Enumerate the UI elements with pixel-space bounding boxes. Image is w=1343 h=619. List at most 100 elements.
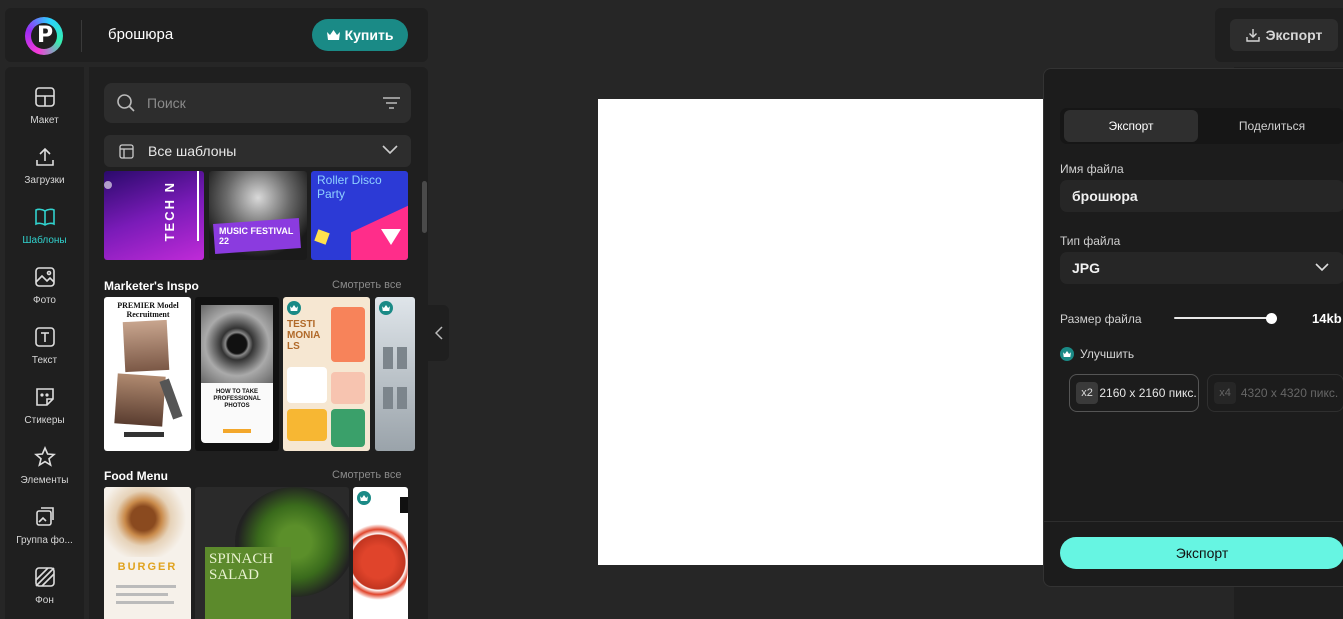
filename-label: Имя файла — [1060, 162, 1124, 176]
thumb-text: TESTIMONIALS — [287, 319, 321, 352]
premium-badge — [1060, 347, 1074, 361]
thumb-text: TECH N — [162, 181, 177, 242]
filesize-label: Размер файла — [1060, 312, 1142, 326]
premium-badge — [357, 491, 371, 505]
top-export-label: Экспорт — [1265, 27, 1323, 43]
tab-export[interactable]: Экспорт — [1064, 110, 1198, 142]
top-right-bar: Экспорт — [1215, 8, 1343, 62]
panel-divider — [1044, 521, 1343, 522]
rail-label: Текст — [31, 355, 58, 366]
sticker-icon — [35, 388, 54, 406]
filetype-select[interactable]: JPG — [1060, 252, 1343, 284]
upload-icon — [35, 147, 54, 166]
buy-button[interactable]: Купить — [312, 19, 408, 51]
template-thumb-testimonials[interactable]: TESTIMONIALS — [283, 297, 370, 451]
export-tabs: Экспорт Поделиться — [1060, 108, 1343, 144]
rail-item-photo-group[interactable]: Группа фо... — [5, 501, 84, 557]
rail-label: Макет — [30, 115, 59, 126]
collapse-panel-button[interactable] — [428, 305, 449, 361]
document-title[interactable]: брошюра — [108, 26, 173, 43]
filter-icon[interactable] — [383, 96, 400, 110]
template-thumb-crab[interactable] — [353, 487, 408, 619]
search-box — [104, 83, 411, 123]
rail-item-elements[interactable]: Элементы — [5, 441, 84, 497]
rail-item-text[interactable]: Текст — [5, 321, 84, 377]
premium-badge — [379, 301, 393, 315]
rail-item-photos[interactable]: Фото — [5, 261, 84, 317]
chevron-down-icon — [1315, 263, 1329, 272]
scale-option-x4[interactable]: x4 4320 x 4320 пикс. — [1207, 374, 1343, 412]
see-all-link[interactable]: Смотреть все — [332, 469, 401, 481]
rail-item-background[interactable]: Фон — [5, 561, 84, 617]
search-icon — [117, 94, 135, 112]
rail-item-templates[interactable]: Шаблоны — [5, 201, 84, 257]
rail-item-layout[interactable]: Макет — [5, 81, 84, 137]
crown-icon — [290, 305, 298, 311]
text-icon — [34, 327, 55, 347]
template-thumb-music-festival[interactable]: MUSIC FESTIVAL 22 — [209, 171, 307, 260]
template-thumb-building[interactable] — [375, 297, 415, 451]
layout-icon — [34, 87, 55, 107]
rail-label: Загрузки — [24, 175, 65, 186]
filesize-slider-track[interactable] — [1174, 317, 1271, 319]
crown-icon — [360, 495, 368, 501]
left-rail: Макет Загрузки Шаблоны Фото Текст Стикер… — [5, 67, 84, 619]
premium-badge — [287, 301, 301, 315]
buy-button-label: Купить — [344, 27, 394, 43]
rail-label: Группа фо... — [16, 535, 73, 546]
header-divider — [81, 20, 82, 52]
template-thumb-burger[interactable]: BURGER — [104, 487, 191, 619]
scale-resolution: 4320 x 4320 пикс. — [1240, 386, 1339, 400]
crown-icon — [1063, 351, 1071, 357]
crown-icon — [326, 30, 340, 40]
photo-group-icon — [35, 507, 54, 526]
template-thumb-model-recruitment[interactable]: PREMIER Model Recruitment — [104, 297, 191, 451]
filesize-value: 14kb — [1312, 311, 1342, 326]
rail-label: Шаблоны — [22, 235, 67, 246]
thumb-text: SPINACH SALAD — [209, 551, 274, 583]
rail-label: Фото — [33, 295, 56, 306]
rail-label: Фон — [35, 595, 54, 606]
rail-item-stickers[interactable]: Стикеры — [5, 381, 84, 437]
template-thumb-professional-photos[interactable]: HOW TO TAKE PROFESSIONAL PHOTOS — [195, 297, 279, 451]
thumb-text: MUSIC FESTIVAL 22 — [219, 226, 294, 246]
search-input[interactable] — [147, 91, 367, 115]
thumb-text: BURGER — [117, 561, 178, 573]
top-export-button[interactable]: Экспорт — [1230, 19, 1338, 51]
filetype-label: Тип файла — [1060, 234, 1121, 248]
app-header: P брошюра Купить — [5, 8, 428, 62]
template-thumb-roller-disco[interactable]: Roller Disco Party — [311, 171, 408, 260]
section-title: Marketer's Inspo — [104, 279, 199, 293]
scale-resolution: 2160 x 2160 пикс. — [1099, 386, 1197, 400]
template-thumb-tech[interactable]: TECH N — [104, 171, 204, 260]
filetype-value: JPG — [1072, 260, 1101, 276]
scale-option-x2[interactable]: x2 2160 x 2160 пикс. — [1069, 374, 1199, 412]
export-button[interactable]: Экспорт — [1060, 537, 1343, 569]
image-icon — [34, 267, 55, 287]
crown-icon — [382, 305, 390, 311]
filesize-slider-thumb[interactable] — [1266, 313, 1277, 324]
background-pattern-icon — [34, 567, 55, 587]
chevron-down-icon — [382, 145, 398, 155]
section-title: Food Menu — [104, 469, 168, 483]
thumb-text: HOW TO TAKE PROFESSIONAL PHOTOS — [213, 389, 261, 409]
template-thumb-spinach-salad[interactable]: SPINACH SALAD — [195, 487, 349, 619]
star-icon — [33, 445, 56, 467]
rail-item-uploads[interactable]: Загрузки — [5, 141, 84, 197]
see-all-link[interactable]: Смотреть все — [332, 279, 401, 291]
picsart-logo[interactable]: P — [25, 17, 63, 55]
panel-scrollbar[interactable] — [422, 181, 427, 233]
improve-row: Улучшить — [1060, 347, 1134, 361]
design-canvas[interactable] — [598, 99, 1044, 565]
thumb-text: Roller Disco Party — [317, 173, 382, 201]
template-grid-icon — [119, 144, 134, 159]
scale-badge: x4 — [1214, 382, 1236, 404]
download-icon — [1245, 29, 1260, 42]
book-icon — [34, 208, 55, 226]
improve-label: Улучшить — [1080, 347, 1135, 361]
tab-share[interactable]: Поделиться — [1202, 110, 1342, 142]
category-select[interactable]: Все шаблоны — [104, 135, 411, 167]
category-label: Все шаблоны — [148, 143, 237, 159]
filename-input[interactable] — [1060, 180, 1343, 212]
rail-label: Стикеры — [24, 415, 65, 426]
